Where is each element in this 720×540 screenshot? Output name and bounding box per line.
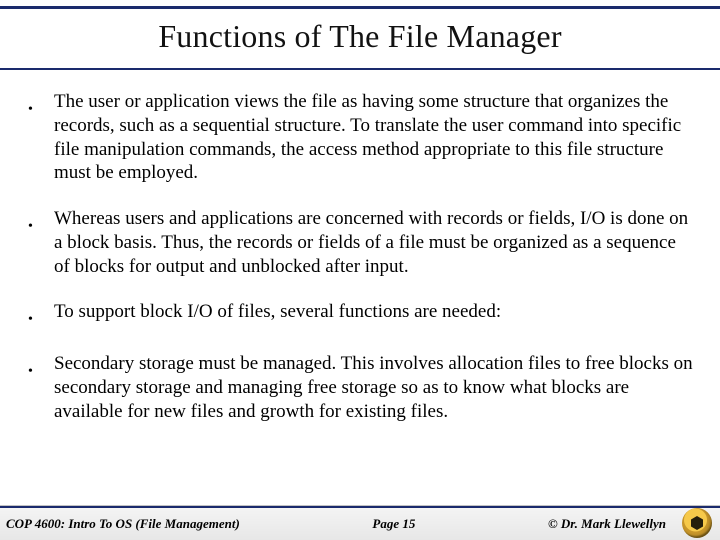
bullet-dot-icon [28, 352, 42, 423]
bullet-text: Whereas users and applications are conce… [54, 207, 696, 278]
bullet-item: The user or application views the file a… [28, 90, 696, 185]
slide-title: Functions of The File Manager [0, 18, 720, 55]
rule-top [0, 6, 720, 9]
footer-page: Page 15 [240, 516, 548, 532]
slide: Functions of The File Manager The user o… [0, 0, 720, 540]
bullet-item: To support block I/O of files, several f… [28, 300, 696, 330]
bullet-dot-icon [28, 300, 42, 330]
footer-bar: COP 4600: Intro To OS (File Management) … [0, 506, 720, 540]
bullet-text: To support block I/O of files, several f… [54, 300, 696, 330]
bullet-text: The user or application views the file a… [54, 90, 696, 185]
slide-body: The user or application views the file a… [28, 90, 696, 445]
bullet-item: Secondary storage must be managed. This … [28, 352, 696, 423]
bullet-item: Whereas users and applications are conce… [28, 207, 696, 278]
bullet-dot-icon [28, 90, 42, 185]
ucf-pegasus-logo-icon [682, 508, 712, 538]
footer-course: COP 4600: Intro To OS (File Management) [6, 516, 240, 532]
bullet-text: Secondary storage must be managed. This … [54, 352, 696, 423]
bullet-dot-icon [28, 207, 42, 278]
rule-under-title [0, 68, 720, 70]
